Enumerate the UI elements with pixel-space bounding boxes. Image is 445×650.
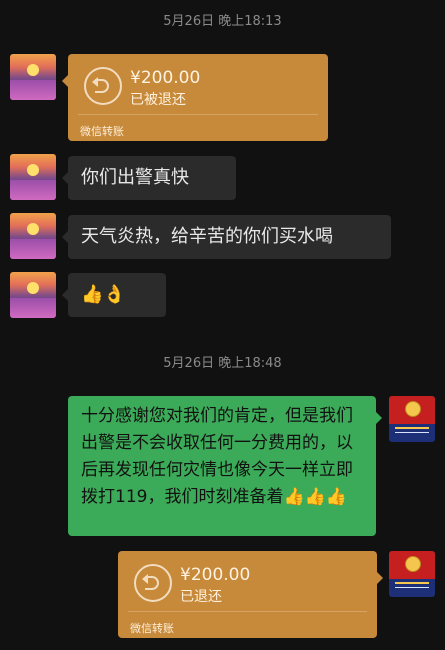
contact-avatar[interactable] xyxy=(10,54,56,100)
sun-shape xyxy=(27,282,39,294)
contact-avatar[interactable] xyxy=(10,213,56,259)
sun-shape xyxy=(27,223,39,235)
return-arrow-icon xyxy=(134,564,172,602)
transfer-card[interactable]: ¥200.00 已被退还 微信转账 xyxy=(62,54,328,141)
transfer-divider xyxy=(128,611,367,612)
flower-field-shape xyxy=(10,80,56,100)
user-avatar[interactable] xyxy=(389,551,435,597)
incoming-message[interactable]: 天气炎热，给辛苦的你们买水喝 xyxy=(62,215,391,259)
sun-shape xyxy=(27,64,39,76)
flower-field-shape xyxy=(10,239,56,259)
transfer-footer: 微信转账 xyxy=(130,622,174,635)
transfer-amount: ¥200.00 xyxy=(130,68,201,88)
return-arrow-icon xyxy=(84,67,122,105)
transfer-status: 已被退还 xyxy=(130,92,186,108)
incoming-message[interactable]: 你们出警真快 xyxy=(62,156,236,200)
user-avatar[interactable] xyxy=(389,396,435,442)
flower-field-shape xyxy=(10,180,56,200)
outgoing-message[interactable]: 十分感谢您对我们的肯定，但是我们出警是不会收取任何一分费用的，以后再发现任何灾情… xyxy=(68,396,382,536)
incoming-message[interactable]: 👍👌 xyxy=(62,273,166,317)
emblem-line xyxy=(395,582,429,584)
contact-avatar[interactable] xyxy=(10,272,56,318)
transfer-footer: 微信转账 xyxy=(80,125,124,138)
emblem-subline xyxy=(395,432,429,433)
fire-rescue-emblem-icon xyxy=(405,556,421,572)
sun-shape xyxy=(27,164,39,176)
transfer-amount: ¥200.00 xyxy=(180,565,251,585)
flower-field-shape xyxy=(10,298,56,318)
emblem-line xyxy=(395,427,429,429)
emblem-subline xyxy=(395,587,429,588)
contact-avatar[interactable] xyxy=(10,154,56,200)
timestamp: 5月26日 晚上18:48 xyxy=(163,356,282,371)
fire-rescue-emblem-icon xyxy=(405,401,421,417)
transfer-divider xyxy=(78,114,318,115)
transfer-status: 已退还 xyxy=(180,589,222,605)
timestamp: 5月26日 晚上18:13 xyxy=(163,14,282,29)
transfer-card[interactable]: ¥200.00 已退还 微信转账 xyxy=(118,551,383,638)
